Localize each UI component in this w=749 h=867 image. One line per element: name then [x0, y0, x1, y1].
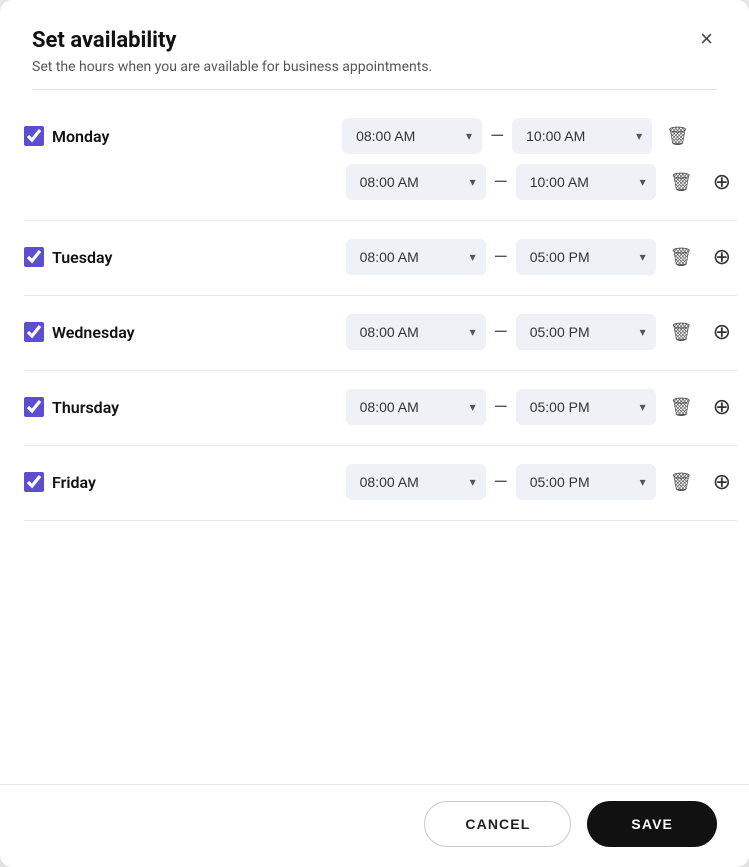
modal-header: Set availability × Set the hours when yo…	[0, 0, 749, 100]
modal-body: Monday 12:00 AM12:30 AM01:00 AM01:30 AM02…	[0, 100, 749, 784]
day-row-tuesday-0: Tuesday 12:00 AM12:30 AM01:00 AM01:30 AM0…	[24, 239, 737, 275]
add-slot-friday[interactable]: ⊕	[707, 469, 737, 495]
day-label-thursday: Thursday	[52, 398, 119, 417]
checkbox-wednesday[interactable]	[24, 322, 44, 342]
day-row-friday-0: Friday 12:00 AM12:30 AM01:00 AM01:30 AM02…	[24, 464, 737, 500]
time-range-dash: —	[494, 247, 508, 268]
day-label-area-friday: Friday	[24, 472, 154, 492]
start-time-thursday-0[interactable]: 12:00 AM12:30 AM01:00 AM01:30 AM02:00 AM…	[346, 389, 486, 425]
add-slot-tuesday[interactable]: ⊕	[707, 244, 737, 270]
checkbox-thursday[interactable]	[24, 397, 44, 417]
day-label-area-tuesday: Tuesday	[24, 247, 154, 267]
start-time-tuesday-0[interactable]: 12:00 AM12:30 AM01:00 AM01:30 AM02:00 AM…	[346, 239, 486, 275]
start-time-monday-0[interactable]: 12:00 AM12:30 AM01:00 AM01:30 AM02:00 AM…	[342, 118, 482, 154]
delete-slot-friday-0[interactable]: 🗑	[664, 469, 699, 495]
time-range-dash: —	[494, 172, 508, 193]
day-row-wednesday-0: Wednesday 12:00 AM12:30 AM01:00 AM01:30 A…	[24, 314, 737, 350]
end-time-thursday-0[interactable]: 12:00 AM12:30 AM01:00 AM01:30 AM02:00 AM…	[516, 389, 656, 425]
time-row-thursday-0: 12:00 AM12:30 AM01:00 AM01:30 AM02:00 AM…	[164, 389, 737, 425]
day-section-thursday: Thursday 12:00 AM12:30 AM01:00 AM01:30 AM…	[24, 371, 737, 446]
end-time-friday-0[interactable]: 12:00 AM12:30 AM01:00 AM01:30 AM02:00 AM…	[516, 464, 656, 500]
time-row-wednesday-0: 12:00 AM12:30 AM01:00 AM01:30 AM02:00 AM…	[164, 314, 737, 350]
modal-title: Set availability	[32, 28, 176, 53]
modal-subtitle: Set the hours when you are available for…	[32, 59, 717, 75]
set-availability-modal: Set availability × Set the hours when yo…	[0, 0, 749, 867]
day-row-thursday-0: Thursday 12:00 AM12:30 AM01:00 AM01:30 AM…	[24, 389, 737, 425]
day-row-monday-1: Monday12:00 AM12:30 AM01:00 AM01:30 AM02…	[24, 164, 737, 200]
time-row-friday-0: 12:00 AM12:30 AM01:00 AM01:30 AM02:00 AM…	[164, 464, 737, 500]
day-label-area-monday: Monday	[24, 126, 154, 146]
day-label-monday: Monday	[52, 127, 109, 146]
time-range-dash: —	[494, 322, 508, 343]
day-label-area-thursday: Thursday	[24, 397, 154, 417]
delete-slot-monday-0[interactable]: 🗑	[660, 123, 695, 149]
day-section-friday: Friday 12:00 AM12:30 AM01:00 AM01:30 AM02…	[24, 446, 737, 521]
start-time-friday-0[interactable]: 12:00 AM12:30 AM01:00 AM01:30 AM02:00 AM…	[346, 464, 486, 500]
add-slot-wednesday[interactable]: ⊕	[707, 319, 737, 345]
time-range-dash: —	[494, 397, 508, 418]
time-row-tuesday-0: 12:00 AM12:30 AM01:00 AM01:30 AM02:00 AM…	[164, 239, 737, 275]
end-time-monday-0[interactable]: 12:00 AM12:30 AM01:00 AM01:30 AM02:00 AM…	[512, 118, 652, 154]
day-label-area-wednesday: Wednesday	[24, 322, 154, 342]
delete-slot-thursday-0[interactable]: 🗑	[664, 394, 699, 420]
time-row-monday-1: 12:00 AM12:30 AM01:00 AM01:30 AM02:00 AM…	[164, 164, 737, 200]
day-section-tuesday: Tuesday 12:00 AM12:30 AM01:00 AM01:30 AM0…	[24, 221, 737, 296]
header-divider	[32, 89, 717, 90]
day-label-wednesday: Wednesday	[52, 323, 135, 342]
delete-slot-tuesday-0[interactable]: 🗑	[664, 244, 699, 270]
close-button[interactable]: ×	[696, 28, 717, 50]
checkbox-friday[interactable]	[24, 472, 44, 492]
end-time-monday-1[interactable]: 12:00 AM12:30 AM01:00 AM01:30 AM02:00 AM…	[516, 164, 656, 200]
day-section-wednesday: Wednesday 12:00 AM12:30 AM01:00 AM01:30 A…	[24, 296, 737, 371]
end-time-wednesday-0[interactable]: 12:00 AM12:30 AM01:00 AM01:30 AM02:00 AM…	[516, 314, 656, 350]
add-slot-thursday[interactable]: ⊕	[707, 394, 737, 420]
checkbox-monday[interactable]	[24, 126, 44, 146]
save-button[interactable]: SAVE	[587, 801, 717, 847]
end-time-tuesday-0[interactable]: 12:00 AM12:30 AM01:00 AM01:30 AM02:00 AM…	[516, 239, 656, 275]
cancel-button[interactable]: CANCEL	[424, 801, 571, 847]
start-time-wednesday-0[interactable]: 12:00 AM12:30 AM01:00 AM01:30 AM02:00 AM…	[346, 314, 486, 350]
checkbox-tuesday[interactable]	[24, 247, 44, 267]
modal-footer: CANCEL SAVE	[0, 784, 749, 867]
day-row-monday-0: Monday 12:00 AM12:30 AM01:00 AM01:30 AM02…	[24, 118, 737, 154]
time-range-dash: —	[490, 126, 504, 147]
add-slot-monday[interactable]: ⊕	[707, 169, 737, 195]
day-label-friday: Friday	[52, 473, 96, 492]
time-range-dash: —	[494, 472, 508, 493]
start-time-monday-1[interactable]: 12:00 AM12:30 AM01:00 AM01:30 AM02:00 AM…	[346, 164, 486, 200]
day-label-tuesday: Tuesday	[52, 248, 112, 267]
day-section-monday: Monday 12:00 AM12:30 AM01:00 AM01:30 AM02…	[24, 100, 737, 221]
delete-slot-wednesday-0[interactable]: 🗑	[664, 319, 699, 345]
delete-slot-monday-1[interactable]: 🗑	[664, 169, 699, 195]
time-row-monday-0: 12:00 AM12:30 AM01:00 AM01:30 AM02:00 AM…	[164, 118, 737, 154]
